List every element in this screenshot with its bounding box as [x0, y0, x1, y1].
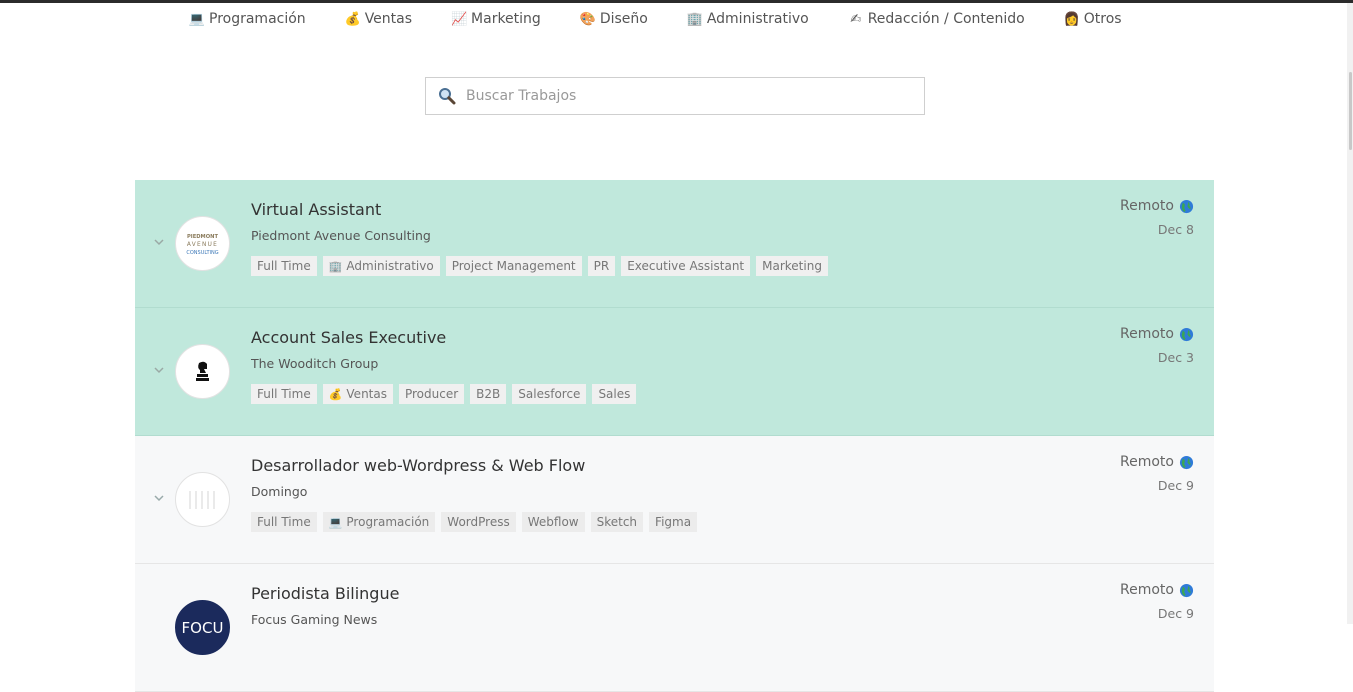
tag[interactable]: B2B [470, 384, 507, 404]
post-date: Dec 9 [1157, 606, 1194, 621]
logo-image: PIEDMONT AVENUE CONSULTING [186, 234, 218, 256]
category-marketing[interactable]: 📈 Marketing [450, 11, 541, 27]
category-programacion[interactable]: 💻 Programación [188, 11, 306, 27]
person-icon: 👩 [1063, 11, 1080, 27]
category-label: Programación [209, 11, 306, 27]
globe-icon [1179, 327, 1194, 341]
tag-list: Full Time 🏢 Administrativo Project Manage… [251, 256, 834, 276]
top-border [0, 0, 1353, 3]
tag[interactable]: Figma [649, 512, 698, 532]
chess-knight-icon [196, 361, 209, 381]
remote-label: Remoto [1120, 326, 1194, 342]
tag[interactable]: WordPress [441, 512, 516, 532]
category-label: Redacción / Contenido [867, 11, 1025, 27]
tag-label: Programación [346, 515, 430, 529]
globe-icon [1179, 455, 1194, 469]
category-label: Marketing [471, 11, 541, 27]
scrollbar-thumb[interactable] [1349, 72, 1352, 150]
remote-text: Remoto [1120, 582, 1174, 598]
money-bag-icon: 💰 [344, 11, 361, 27]
category-nav: 💻 Programación 💰 Ventas 📈 Marketing 🎨 Di… [188, 8, 1160, 30]
remote-label: Remoto [1120, 198, 1194, 214]
tag-list: Full Time 💻 Programación WordPress Webflo… [251, 512, 703, 532]
logo-image [189, 491, 215, 509]
svg-text:AVENUE: AVENUE [187, 242, 218, 248]
tag[interactable]: PR [587, 256, 616, 276]
job-title[interactable]: Account Sales Executive [251, 328, 446, 347]
company-name: Focus Gaming News [251, 612, 378, 627]
remote-text: Remoto [1120, 326, 1174, 342]
remote-label: Remoto [1120, 582, 1194, 598]
remote-text: Remoto [1120, 198, 1174, 214]
tag-label: Ventas [346, 387, 387, 401]
globe-icon [1179, 583, 1194, 597]
tag[interactable]: Salesforce [512, 384, 587, 404]
job-row[interactable]: Desarrollador web-Wordpress & Web Flow D… [135, 436, 1214, 564]
category-redaccion[interactable]: ✍ Redacción / Contenido [849, 11, 1025, 27]
chevron-down-icon[interactable] [153, 364, 165, 376]
category-label: Administrativo [706, 11, 809, 27]
job-title[interactable]: Virtual Assistant [251, 200, 381, 219]
palette-icon: 🎨 [579, 11, 596, 27]
company-logo [175, 472, 230, 527]
category-administrativo[interactable]: 🏢 Administrativo [686, 11, 809, 27]
tag[interactable]: Producer [398, 384, 465, 404]
laptop-icon: 💻 [188, 11, 206, 27]
category-label: Diseño [599, 11, 648, 27]
company-logo [175, 344, 230, 399]
company-logo: FOCU [175, 600, 230, 655]
tag-label: Administrativo [346, 259, 434, 273]
company-logo: PIEDMONT AVENUE CONSULTING [175, 216, 230, 271]
job-row[interactable]: PIEDMONT AVENUE CONSULTING Virtual Assis… [135, 180, 1214, 308]
tag[interactable]: Sales [592, 384, 637, 404]
post-date: Dec 8 [1157, 222, 1194, 237]
job-row[interactable]: FOCU Periodista Bilingue Focus Gaming Ne… [135, 564, 1214, 692]
tag-list: Full Time 💰 Ventas Producer B2B Salesforc… [251, 384, 642, 404]
logo-image: FOCU [182, 619, 224, 637]
globe-icon [1179, 199, 1194, 213]
remote-label: Remoto [1120, 454, 1194, 470]
job-row[interactable]: Account Sales Executive The Wooditch Gro… [135, 308, 1214, 436]
company-name: Piedmont Avenue Consulting [251, 228, 431, 243]
writing-hand-icon: ✍ [850, 11, 862, 27]
office-building-icon: 🏢 [328, 259, 343, 273]
post-date: Dec 9 [1157, 478, 1194, 493]
tag[interactable]: Full Time [251, 384, 317, 404]
search-input[interactable] [466, 88, 896, 104]
remote-text: Remoto [1120, 454, 1174, 470]
tag[interactable]: Marketing [756, 256, 828, 276]
category-label: Otros [1083, 11, 1122, 27]
chevron-down-icon[interactable] [153, 236, 165, 248]
svg-text:PIEDMONT: PIEDMONT [187, 234, 218, 240]
category-ventas[interactable]: 💰 Ventas [344, 11, 413, 27]
tag[interactable]: Webflow [521, 512, 585, 532]
job-title[interactable]: Desarrollador web-Wordpress & Web Flow [251, 456, 585, 475]
tag[interactable]: 💻 Programación [322, 512, 436, 532]
tag[interactable]: Full Time [251, 256, 317, 276]
category-otros[interactable]: 👩 Otros [1063, 11, 1122, 27]
tag[interactable]: 💰 Ventas [322, 384, 393, 404]
tag[interactable]: Full Time [251, 512, 317, 532]
company-name: The Wooditch Group [251, 356, 379, 371]
svg-text:CONSULTING: CONSULTING [186, 250, 218, 256]
search-icon [439, 88, 456, 105]
job-list: PIEDMONT AVENUE CONSULTING Virtual Assis… [135, 180, 1214, 692]
post-date: Dec 3 [1157, 350, 1194, 365]
laptop-icon: 💻 [328, 515, 343, 529]
search-box [425, 77, 925, 115]
chart-up-icon: 📈 [450, 11, 468, 27]
company-name: Domingo [251, 484, 308, 499]
chevron-down-icon[interactable] [153, 492, 165, 504]
job-title[interactable]: Periodista Bilingue [251, 584, 399, 603]
category-label: Ventas [364, 11, 413, 27]
category-diseno[interactable]: 🎨 Diseño [579, 11, 648, 27]
tag[interactable]: Sketch [590, 512, 644, 532]
office-building-icon: 🏢 [686, 11, 703, 27]
tag[interactable]: Project Management [445, 256, 582, 276]
svg-text:FOCU: FOCU [182, 619, 224, 637]
tag[interactable]: 🏢 Administrativo [322, 256, 440, 276]
money-bag-icon: 💰 [328, 387, 343, 401]
tag[interactable]: Executive Assistant [621, 256, 751, 276]
